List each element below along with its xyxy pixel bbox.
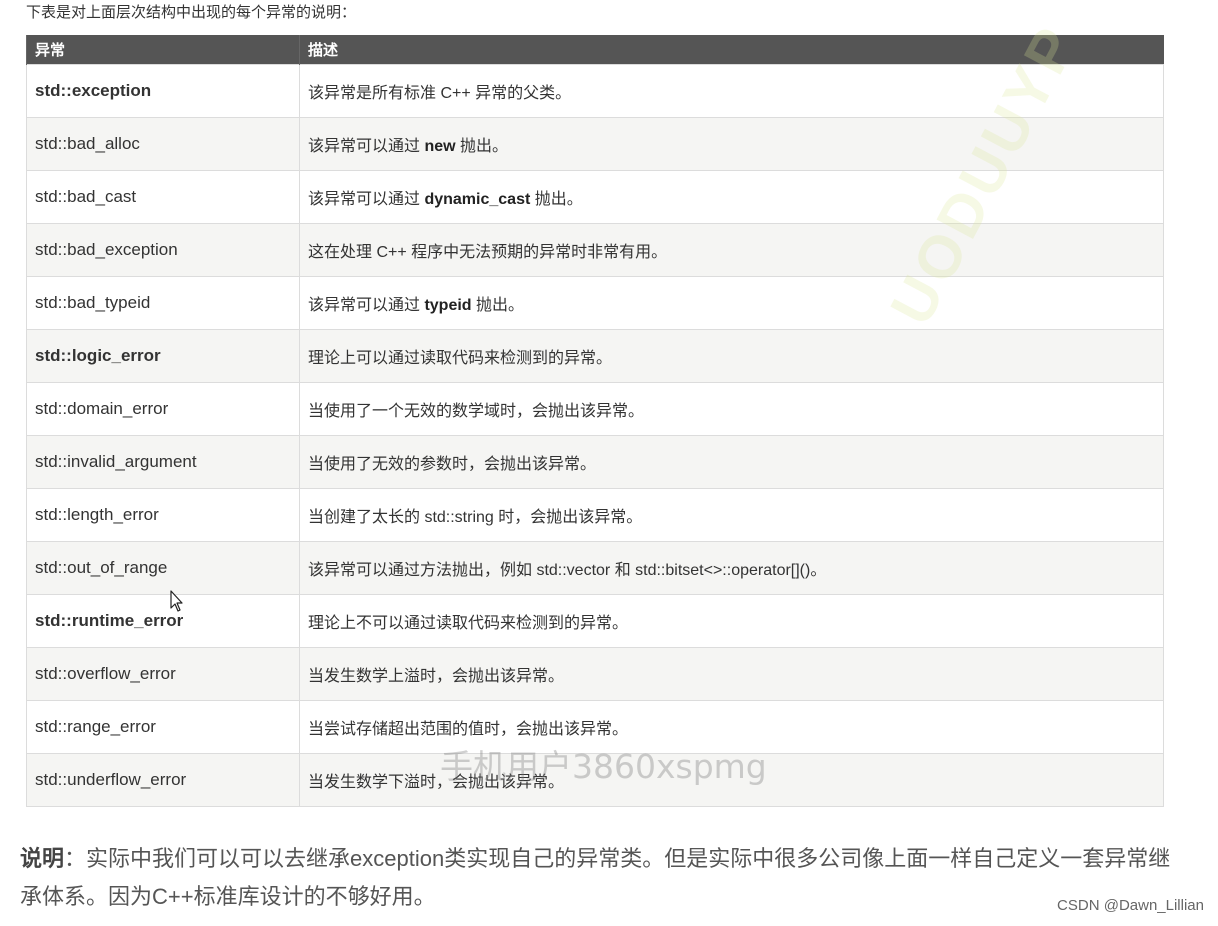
exception-description-cell: 理论上不可以通过读取代码来检测到的异常。: [299, 594, 1164, 648]
exception-name-cell: std::underflow_error: [26, 753, 300, 807]
exception-name-cell: std::range_error: [26, 700, 300, 754]
description-text: 该异常可以通过: [308, 191, 425, 208]
exception-name-cell: std::logic_error: [26, 329, 300, 383]
description-text: 当使用了一个无效的数学域时，会抛出该异常。: [308, 403, 645, 420]
exception-description-cell: 当创建了太长的 std::string 时，会抛出该异常。: [299, 488, 1164, 542]
table-row: std::logic_error 理论上可以通过读取代码来检测到的异常。: [26, 329, 1164, 383]
description-text: 当发生数学上溢时，会抛出该异常。: [308, 668, 565, 685]
table-row: std::bad_typeid 该异常可以通过 typeid 抛出。: [26, 276, 1164, 330]
note-text: ：实际中我们可以可以去继承exception类实现自己的异常类。但是实际中很多公…: [20, 846, 1171, 909]
description-text: 该异常是所有标准 C++ 异常的父类。: [308, 85, 572, 102]
description-text: 该异常可以通过: [308, 138, 425, 155]
description-text: 理论上不可以通过读取代码来检测到的异常。: [308, 615, 629, 632]
description-text-suffix: 抛出。: [530, 191, 583, 208]
exception-name-cell: std::out_of_range: [26, 541, 300, 595]
table-header-row: 异常 描述: [26, 35, 1164, 65]
exception-name-cell: std::bad_alloc: [26, 117, 300, 171]
table-row: std::out_of_range 该异常可以通过方法抛出，例如 std::vec…: [26, 541, 1164, 595]
exception-name-cell: std::bad_exception: [26, 223, 300, 277]
mouse-pointer-icon: [170, 590, 183, 612]
exception-description-cell: 这在处理 C++ 程序中无法预期的异常时非常有用。: [299, 223, 1164, 277]
table-row: std::invalid_argument 当使用了无效的参数时，会抛出该异常。: [26, 435, 1164, 489]
exception-name-cell: std::runtime_error: [26, 594, 300, 648]
exception-name-cell: std::invalid_argument: [26, 435, 300, 489]
description-keyword: new: [424, 138, 456, 155]
table-row: std::overflow_error 当发生数学上溢时，会抛出该异常。: [26, 647, 1164, 701]
exception-name-cell: std::exception: [26, 64, 300, 118]
description-text: 理论上可以通过读取代码来检测到的异常。: [308, 350, 613, 367]
exception-name-cell: std::domain_error: [26, 382, 300, 436]
exception-description-cell: 该异常可以通过方法抛出，例如 std::vector 和 std::bitset…: [299, 541, 1164, 595]
exception-name-cell: std::bad_cast: [26, 170, 300, 224]
exception-description-cell: 当使用了一个无效的数学域时，会抛出该异常。: [299, 382, 1164, 436]
table-row: std::bad_exception 这在处理 C++ 程序中无法预期的异常时非常…: [26, 223, 1164, 277]
user-watermark: 手机用户3860xspmg: [440, 747, 767, 786]
credit-text: CSDN @Dawn_Lillian: [1057, 897, 1204, 914]
exception-name-cell: std::bad_typeid: [26, 276, 300, 330]
description-text: 该异常可以通过方法抛出，例如 std::vector 和 std::bitset…: [308, 562, 827, 579]
description-text: 当创建了太长的 std::string 时，会抛出该异常。: [308, 509, 643, 526]
description-text-suffix: 抛出。: [455, 138, 509, 155]
table-row: std::runtime_error 理论上不可以通过读取代码来检测到的异常。: [26, 594, 1164, 648]
note-paragraph: 说明：实际中我们可以可以去继承exception类实现自己的异常类。但是实际中很…: [20, 840, 1180, 916]
page: 下表是对上面层次结构中出现的每个异常的说明： 异常 描述 std::except…: [0, 0, 1218, 926]
description-text-suffix: 抛出。: [471, 297, 525, 314]
exception-description-cell: 当使用了无效的参数时，会抛出该异常。: [299, 435, 1164, 489]
exception-name-cell: std::length_error: [26, 488, 300, 542]
table-row: std::domain_error 当使用了一个无效的数学域时，会抛出该异常。: [26, 382, 1164, 436]
exception-description-cell: 理论上可以通过读取代码来检测到的异常。: [299, 329, 1164, 383]
note-label: 说明: [20, 846, 65, 871]
exception-name-cell: std::overflow_error: [26, 647, 300, 701]
exception-description-cell: 该异常可以通过 typeid 抛出。: [299, 276, 1164, 330]
intro-text: 下表是对上面层次结构中出现的每个异常的说明：: [26, 4, 357, 21]
description-text: 当使用了无效的参数时，会抛出该异常。: [308, 456, 597, 473]
exception-description-cell: 当发生数学上溢时，会抛出该异常。: [299, 647, 1164, 701]
header-exception: 异常: [26, 35, 300, 65]
description-keyword: dynamic_cast: [424, 191, 531, 208]
description-text: 当尝试存储超出范围的值时，会抛出该异常。: [308, 721, 629, 738]
table-row: std::length_error 当创建了太长的 std::string 时，会…: [26, 488, 1164, 542]
description-text: 这在处理 C++ 程序中无法预期的异常时非常有用。: [308, 244, 668, 261]
description-keyword: typeid: [424, 297, 472, 314]
exception-description-cell: 该异常可以通过 dynamic_cast 抛出。: [299, 170, 1164, 224]
description-text: 该异常可以通过: [308, 297, 425, 314]
